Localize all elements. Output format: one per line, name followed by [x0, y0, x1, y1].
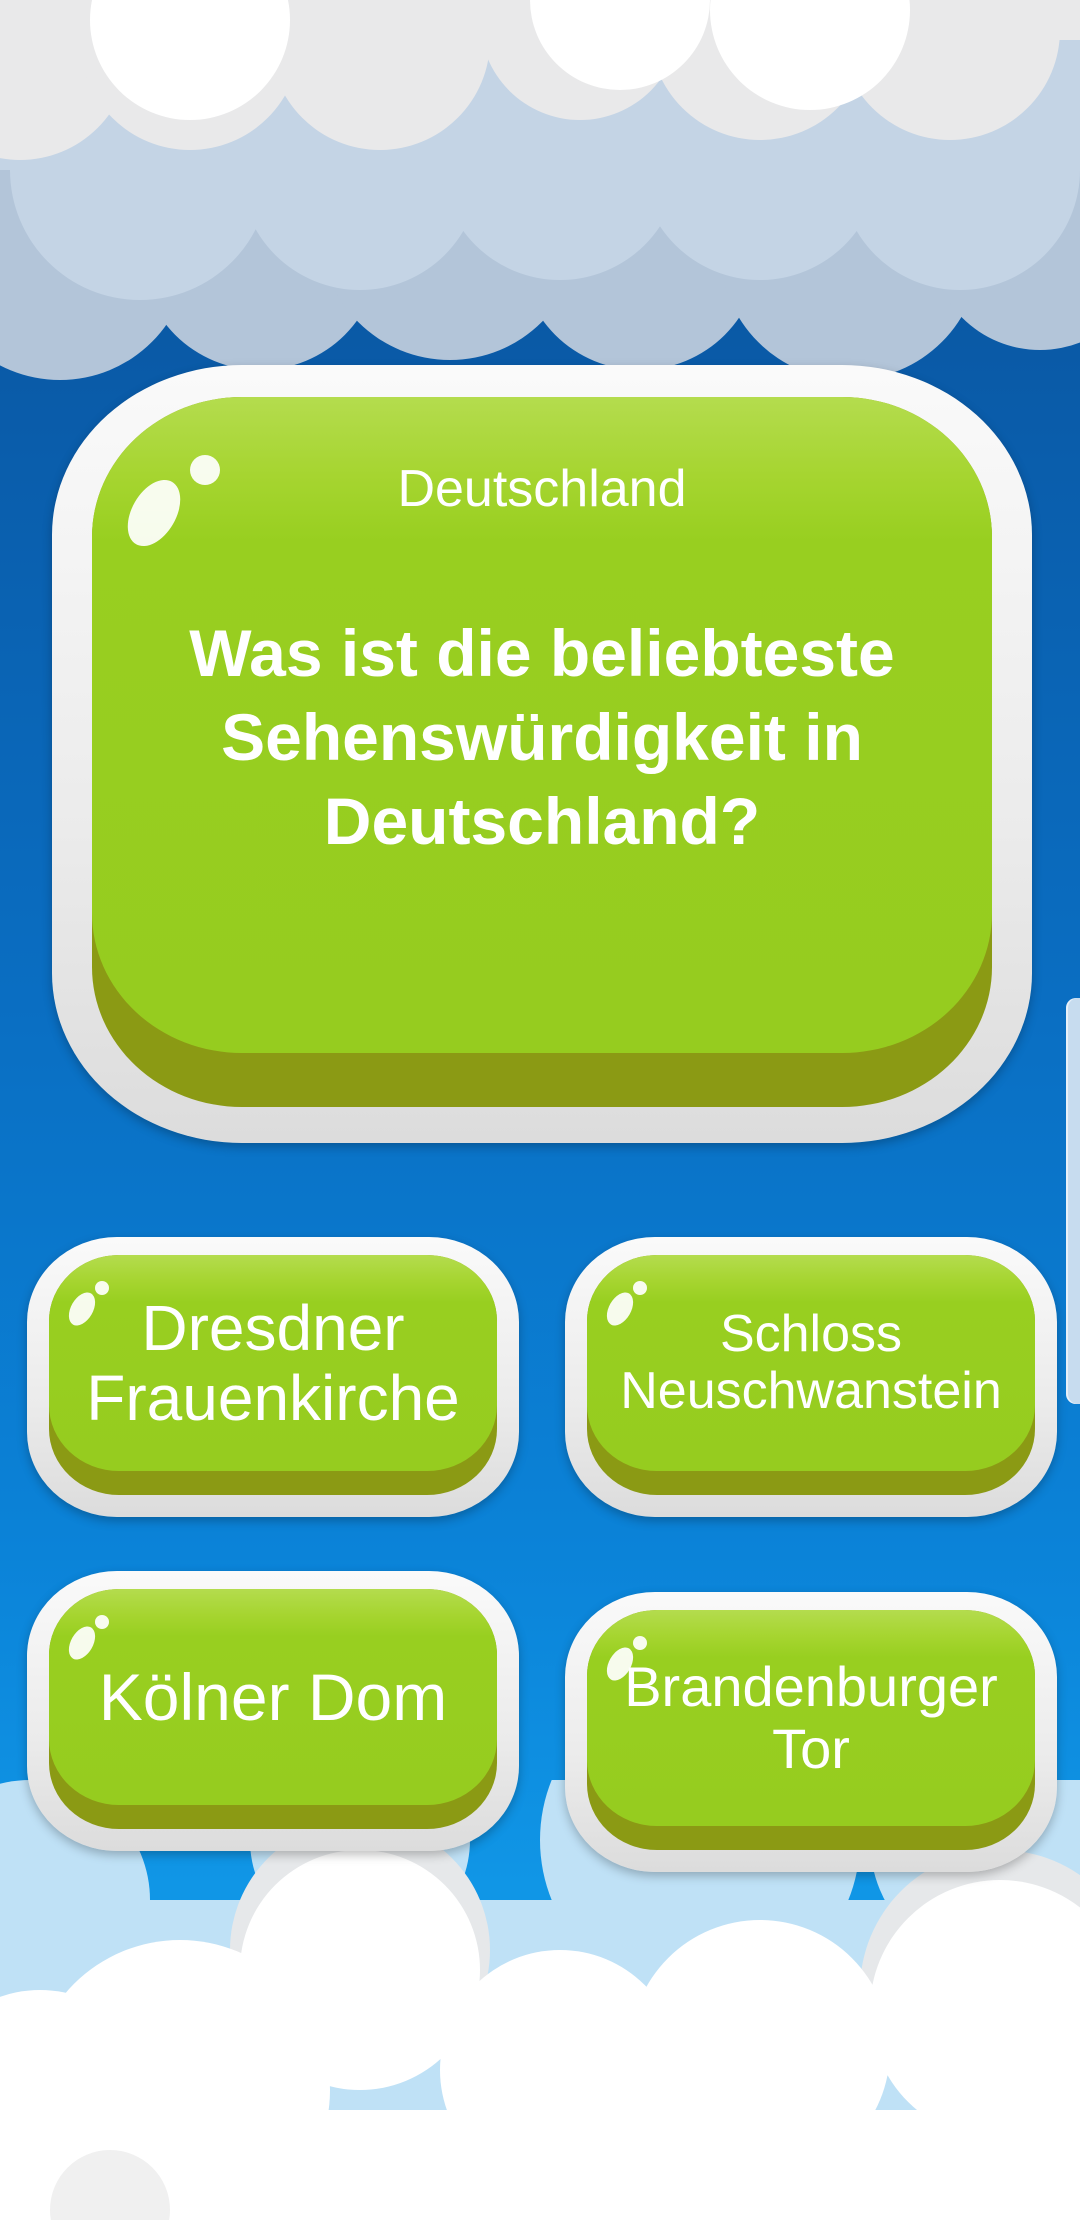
gloss-dot-icon: [95, 1281, 109, 1295]
side-panel-handle[interactable]: [1066, 998, 1080, 1404]
answer-button-shadow: Schloss Neuschwanstein: [587, 1255, 1035, 1495]
answer-button-face[interactable]: Dresdner Frauenkirche: [49, 1255, 497, 1471]
question-card-shadow: Deutschland Was ist die beliebteste Sehe…: [92, 397, 992, 1107]
answer-label: Schloss Neuschwanstein: [620, 1304, 1002, 1420]
question-text: Was ist die beliebteste Sehenswürdigkeit…: [189, 616, 895, 858]
gloss-highlight-icon: [116, 470, 192, 556]
answer-button-shadow: Brandenburger Tor: [587, 1610, 1035, 1850]
answer-button-shadow: Dresdner Frauenkirche: [49, 1255, 497, 1495]
gloss-highlight-icon: [63, 1621, 101, 1665]
answer-label: Dresdner Frauenkirche: [86, 1291, 460, 1434]
gloss-dot-icon: [190, 455, 220, 485]
gloss-dot-icon: [633, 1636, 647, 1650]
answer-button-face[interactable]: Schloss Neuschwanstein: [587, 1255, 1035, 1471]
gloss-dot-icon: [95, 1615, 109, 1629]
answer-button-face[interactable]: Kölner Dom: [49, 1589, 497, 1805]
answer-button-4[interactable]: Brandenburger Tor: [565, 1592, 1057, 1872]
question-card-face: Deutschland Was ist die beliebteste Sehe…: [92, 397, 992, 1053]
answer-button-3[interactable]: Kölner Dom: [27, 1571, 519, 1851]
answer-button-2[interactable]: Schloss Neuschwanstein: [565, 1237, 1057, 1517]
gloss-dot-icon: [633, 1281, 647, 1295]
question-card: Deutschland Was ist die beliebteste Sehe…: [52, 365, 1032, 1143]
answer-button-shadow: Kölner Dom: [49, 1589, 497, 1829]
answer-button-face[interactable]: Brandenburger Tor: [587, 1610, 1035, 1826]
answer-label: Kölner Dom: [98, 1659, 448, 1734]
answer-button-1[interactable]: Dresdner Frauenkirche: [27, 1237, 519, 1517]
answer-label: Brandenburger Tor: [624, 1655, 998, 1780]
question-category: Deutschland: [397, 460, 687, 518]
